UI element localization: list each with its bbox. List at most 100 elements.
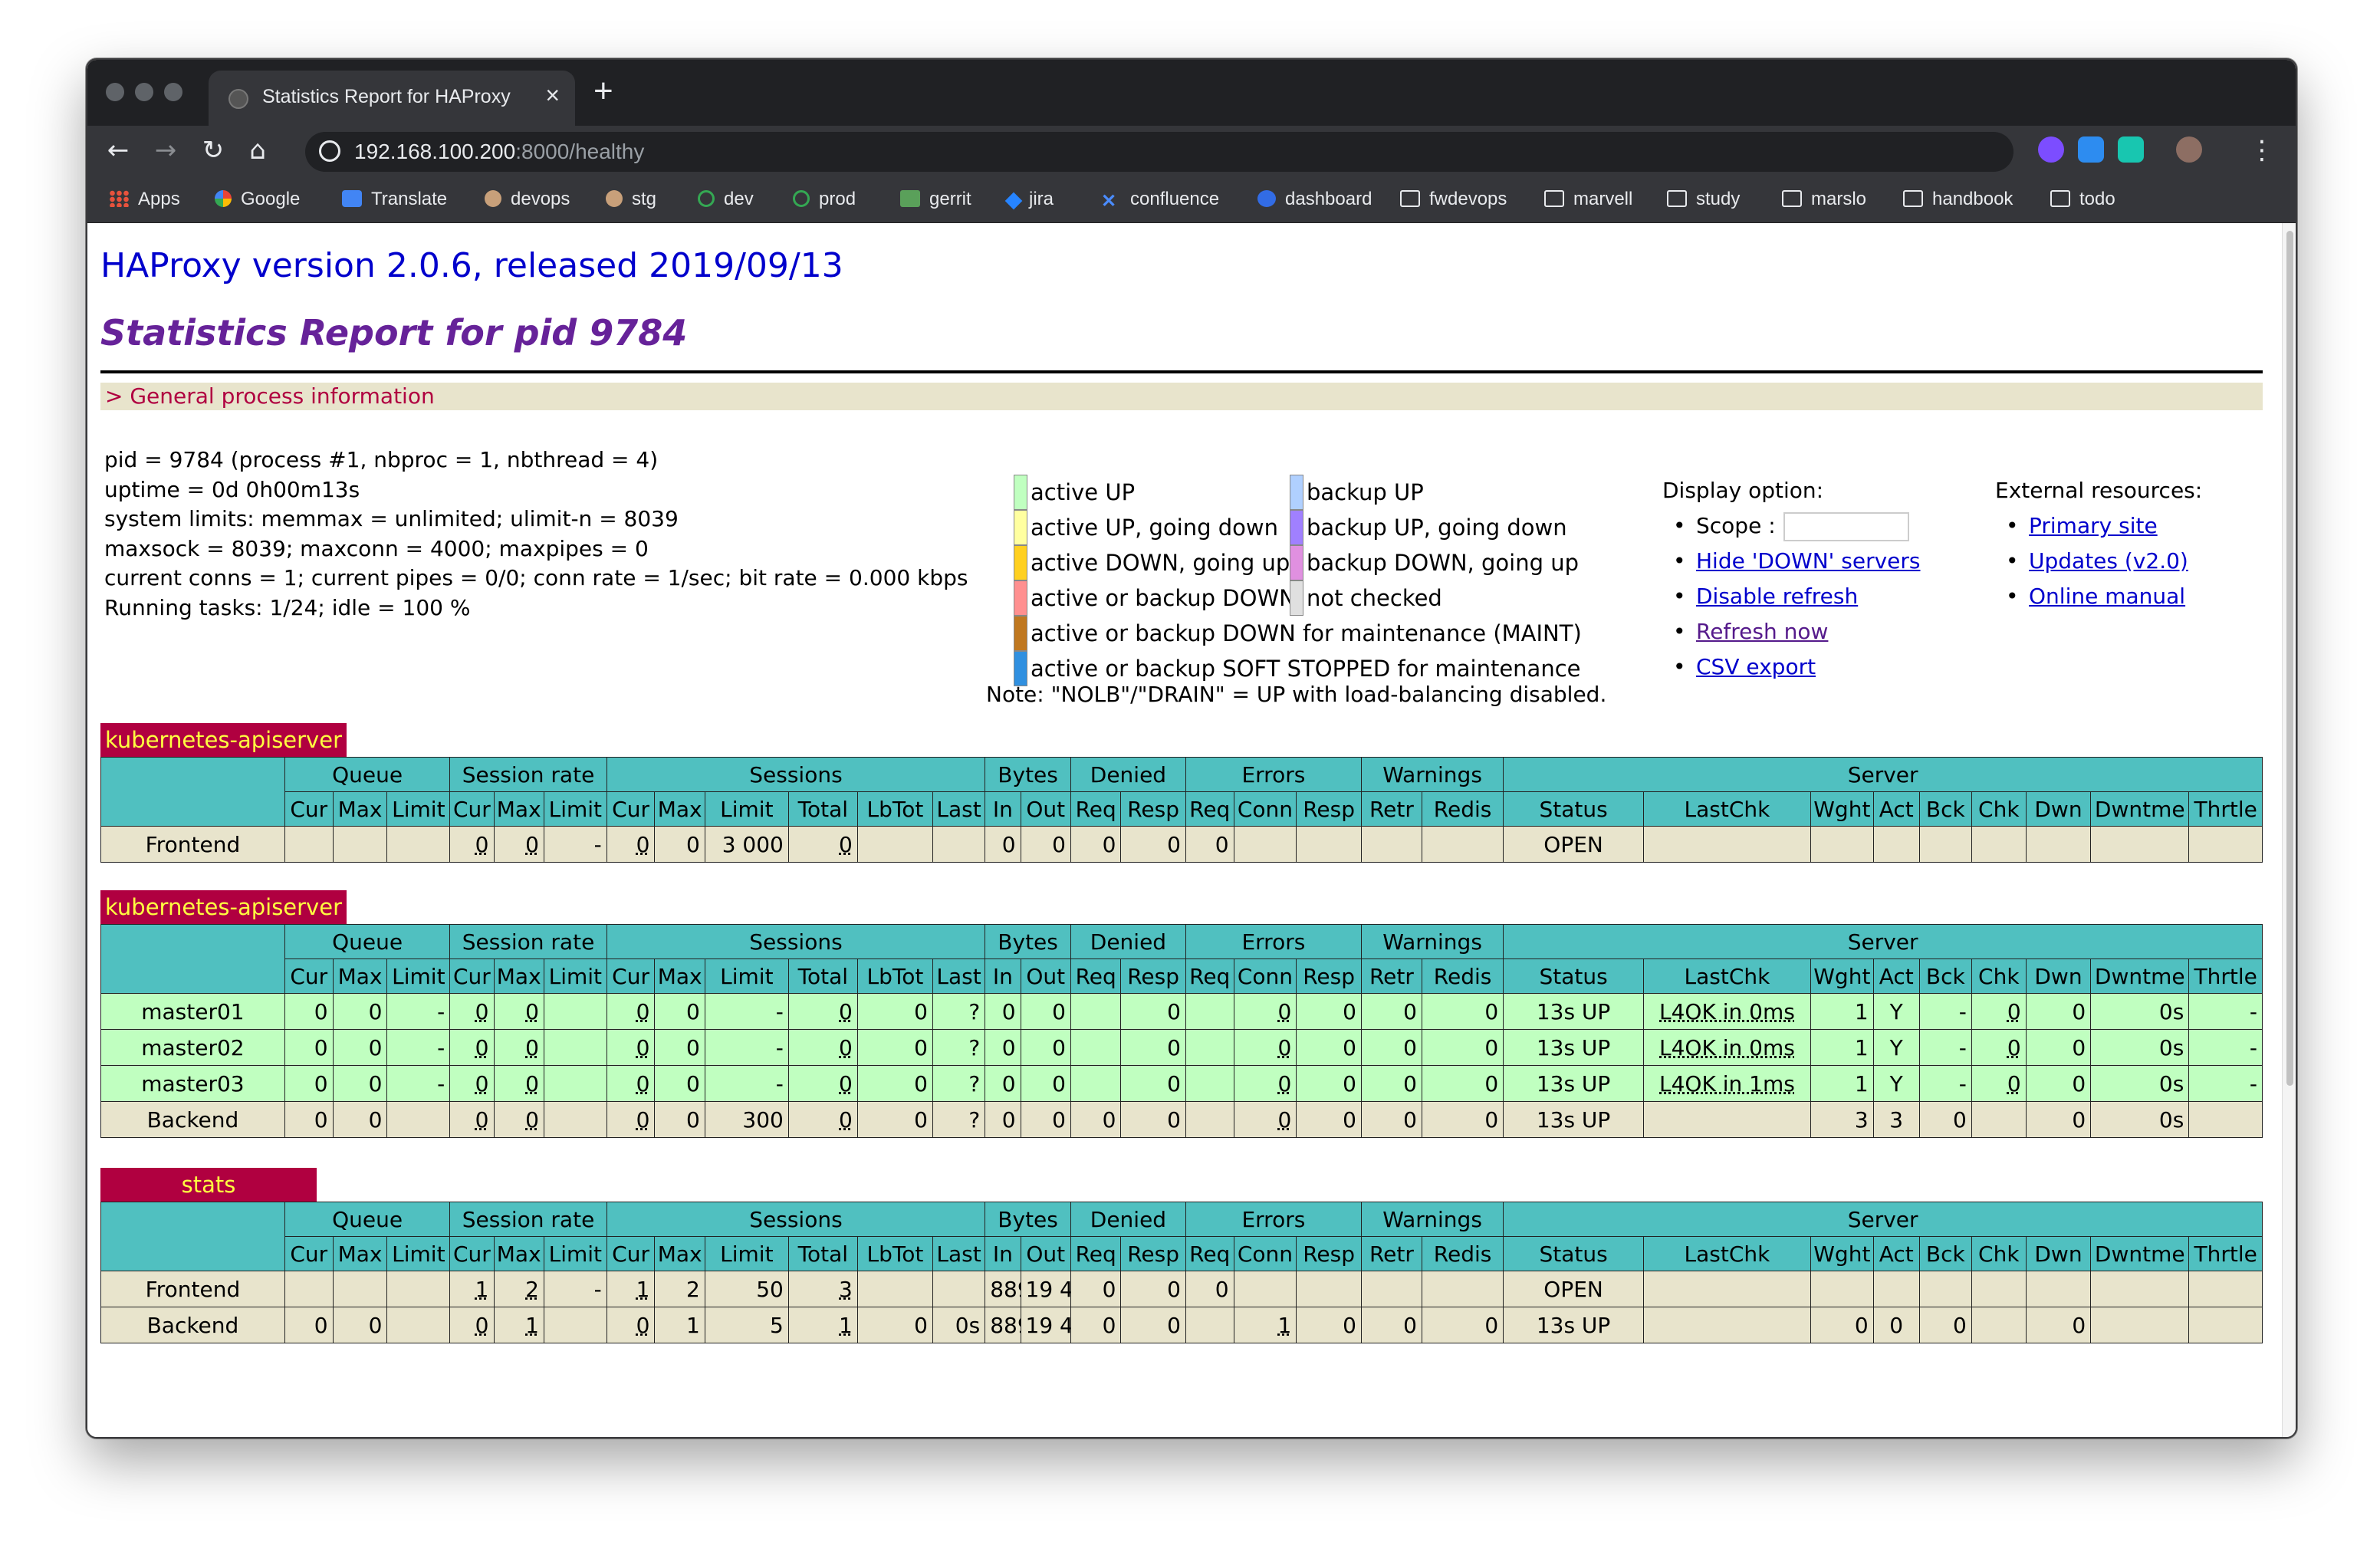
hide-down-link[interactable]: Hide 'DOWN' servers <box>1696 548 1920 574</box>
table-cell: 0 <box>1233 1029 1297 1066</box>
general-info-toggle[interactable]: > General process information <box>100 383 2263 410</box>
table-cell <box>932 1271 986 1307</box>
kubernetes-icon <box>1257 190 1276 207</box>
table-cell: 0 <box>985 1065 1021 1102</box>
table-cell <box>1918 826 1972 863</box>
table-cell: 0 <box>449 1307 495 1343</box>
back-icon[interactable]: ← <box>101 133 135 167</box>
scope-input[interactable] <box>1783 512 1909 541</box>
bookmark-marvell[interactable]: marvell <box>1544 187 1632 212</box>
table-cell: 0 <box>1120 1065 1186 1102</box>
address-bar[interactable]: 192.168.100.200:8000/healthy <box>305 132 2013 172</box>
bookmark-devops[interactable]: devops <box>485 187 570 212</box>
bookmark-dashboard[interactable]: dashboard <box>1257 187 1372 212</box>
column-header: Resp <box>1120 1236 1186 1271</box>
table-cell: 0 <box>1120 826 1186 863</box>
proxy-name[interactable]: kubernetes-apiserver <box>100 890 347 924</box>
table-cell: 1 <box>606 1271 656 1307</box>
column-header: Chk <box>1971 958 2027 994</box>
profile-avatar[interactable] <box>2176 136 2202 163</box>
updates-link[interactable]: Updates (v2.0) <box>2029 548 2188 574</box>
group-header: Errors <box>1185 757 1362 792</box>
scrollbar[interactable] <box>2282 223 2296 1437</box>
row-label[interactable]: Frontend <box>100 826 285 863</box>
legend-swatch <box>1014 510 1027 545</box>
site-info-icon[interactable] <box>319 140 340 162</box>
new-tab-button[interactable]: + <box>593 72 613 110</box>
table-cell: 0 <box>1918 1307 1972 1343</box>
proxy-name[interactable]: stats <box>100 1168 317 1202</box>
bookmark-study[interactable]: study <box>1667 187 1740 212</box>
window-close-dot[interactable] <box>106 83 124 101</box>
proxy-name[interactable]: kubernetes-apiserver <box>100 723 347 757</box>
table-cell: - <box>386 993 451 1030</box>
legend-swatch <box>1014 616 1027 651</box>
bookmark-label: prod <box>819 189 856 209</box>
bookmark-prod[interactable]: prod <box>793 187 856 212</box>
bookmark-todo[interactable]: todo <box>2050 187 2115 212</box>
bookmark-confluence[interactable]: ✕ confluence <box>1101 187 1219 212</box>
column-header: In <box>985 958 1021 994</box>
scrollbar-thumb[interactable] <box>2286 231 2293 1086</box>
table-cell: 0 <box>1971 1029 2027 1066</box>
column-header: Limit <box>386 958 451 994</box>
table-cell: 0 <box>1070 826 1122 863</box>
reload-icon[interactable]: ↻ <box>196 133 230 167</box>
row-label[interactable]: Backend <box>100 1307 285 1343</box>
forward-icon[interactable]: → <box>149 133 182 167</box>
table-row: Backend0001015100s88919 43900100013s UP0… <box>100 1307 2263 1343</box>
window-minimize-dot[interactable] <box>135 83 153 101</box>
group-header: Sessions <box>606 1202 986 1237</box>
bookmark-stg[interactable]: stg <box>606 187 656 212</box>
row-label[interactable]: master01 <box>100 993 285 1030</box>
row-label[interactable]: Frontend <box>100 1271 285 1307</box>
column-header: Limit <box>704 791 789 827</box>
row-label[interactable]: master02 <box>100 1029 285 1066</box>
bookmark-translate[interactable]: Translate <box>342 187 447 212</box>
extension-icon[interactable] <box>2078 136 2104 163</box>
table-cell: 3 000 <box>704 826 789 863</box>
column-header: Limit <box>704 1236 789 1271</box>
table-cell: 0 <box>1296 1029 1362 1066</box>
window-zoom-dot[interactable] <box>164 83 182 101</box>
column-header: Cur <box>449 958 495 994</box>
bookmark-handbook[interactable]: handbook <box>1903 187 2013 212</box>
menu-icon[interactable]: ⋮ <box>2245 133 2279 167</box>
disable-refresh-link[interactable]: Disable refresh <box>1696 584 1858 609</box>
legend-swatch <box>1014 475 1027 510</box>
table-cell: 0 <box>1120 1271 1186 1307</box>
extension-icon[interactable] <box>2038 136 2064 163</box>
online-manual-link[interactable]: Online manual <box>2029 584 2185 609</box>
table-cell <box>856 1271 933 1307</box>
table-cell: 0 <box>856 1101 933 1138</box>
legend-swatch <box>1290 475 1303 510</box>
refresh-now-link[interactable]: Refresh now <box>1696 619 1828 644</box>
bookmark-jira[interactable]: jira <box>1004 187 1054 212</box>
primary-site-link[interactable]: Primary site <box>2029 513 2158 538</box>
column-header: Cur <box>449 1236 495 1271</box>
bookmark-apps[interactable]: Apps <box>109 187 180 212</box>
extension-icon[interactable] <box>2118 136 2144 163</box>
table-cell: 2 <box>493 1271 544 1307</box>
bookmark-fwdevops[interactable]: fwdevops <box>1400 187 1507 212</box>
title-bar: Statistics Report for HAProxy × + <box>87 60 2296 126</box>
bookmark-google[interactable]: Google <box>215 187 300 212</box>
home-icon[interactable]: ⌂ <box>241 133 274 167</box>
table-cell: 0 <box>654 826 705 863</box>
row-label[interactable]: Backend <box>100 1101 285 1138</box>
bookmark-gerrit[interactable]: gerrit <box>900 187 971 212</box>
bookmark-label: marvell <box>1573 189 1633 209</box>
close-tab-icon[interactable]: × <box>545 81 560 110</box>
csv-export-link[interactable]: CSV export <box>1696 654 1816 679</box>
group-header: Sessions <box>606 924 986 959</box>
jenkins-icon <box>485 190 501 207</box>
browser-tab[interactable]: Statistics Report for HAProxy × <box>209 71 575 126</box>
url-text[interactable]: 192.168.100.200:8000/healthy <box>354 140 644 164</box>
bookmark-marslo[interactable]: marslo <box>1782 187 1866 212</box>
table-cell: 0 <box>1233 1065 1297 1102</box>
bookmark-dev[interactable]: dev <box>698 187 754 212</box>
bookmark-label: confluence <box>1130 189 1220 209</box>
row-label[interactable]: master03 <box>100 1065 285 1102</box>
url-path: :8000/healthy <box>515 140 645 163</box>
table-cell: 300 <box>704 1101 789 1138</box>
